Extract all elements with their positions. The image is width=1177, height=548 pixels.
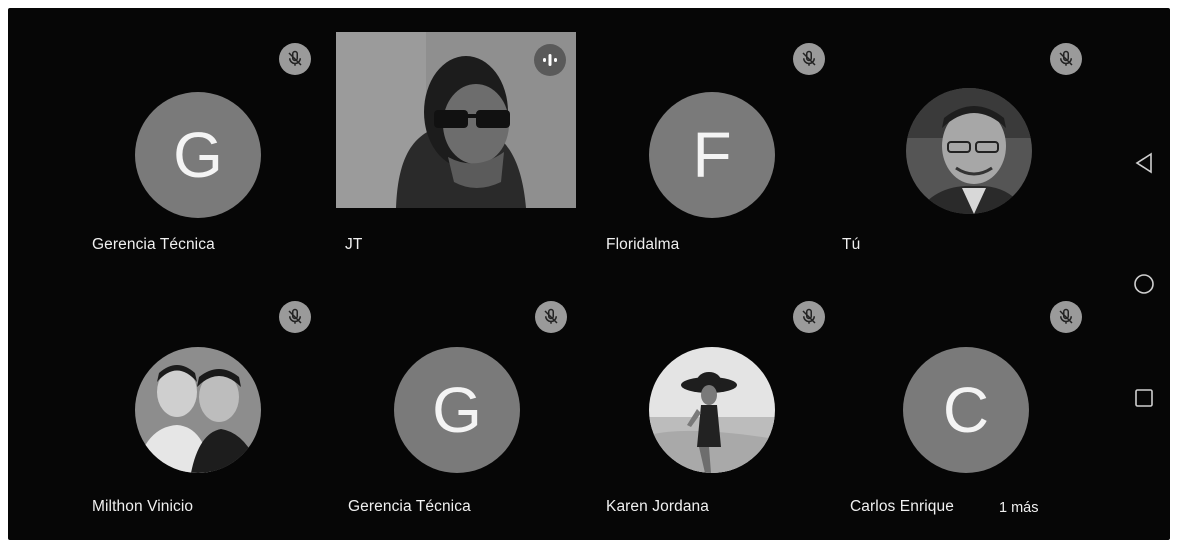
- mic-off-icon: [1050, 43, 1082, 75]
- avatar-initial: G: [173, 119, 223, 191]
- participant-tile-carlos-enrique[interactable]: C Carlos Enrique 1 más: [850, 290, 1106, 540]
- participant-tile-karen-jordana[interactable]: Karen Jordana: [596, 290, 852, 540]
- avatar-initial: F: [692, 119, 732, 191]
- avatar-photo: [135, 347, 261, 473]
- home-circle-icon[interactable]: [1130, 270, 1158, 298]
- participant-name: Milthon Vinicio: [92, 498, 194, 515]
- participant-name: Floridalma: [606, 236, 680, 253]
- participant-tile-gerencia-tecnica-2[interactable]: G Gerencia Técnica: [338, 290, 594, 540]
- navigation-bar: [1118, 8, 1170, 540]
- participant-tile-milthon-vinicio[interactable]: Milthon Vinicio: [82, 290, 338, 540]
- avatar: F: [649, 92, 775, 218]
- participant-name: Tú: [842, 236, 861, 253]
- participant-name: Gerencia Técnica: [348, 498, 471, 515]
- mic-off-icon: [279, 301, 311, 333]
- avatar: C: [903, 347, 1029, 473]
- mic-off-icon: [279, 43, 311, 75]
- avatar: G: [135, 92, 261, 218]
- back-triangle-icon[interactable]: [1130, 149, 1158, 177]
- participant-name: Gerencia Técnica: [92, 236, 215, 253]
- avatar: G: [394, 347, 520, 473]
- avatar-initial: C: [942, 374, 990, 446]
- participant-name: Karen Jordana: [606, 498, 709, 515]
- meeting-screen: G Gerencia Técnica JT F Floridalma Tú Mi…: [8, 8, 1170, 540]
- participant-tile-floridalma[interactable]: F Floridalma: [596, 32, 852, 282]
- mic-off-icon: [1050, 301, 1082, 333]
- participant-tile-gerencia-tecnica-1[interactable]: G Gerencia Técnica: [82, 32, 338, 282]
- participant-grid: G Gerencia Técnica JT F Floridalma Tú Mi…: [8, 8, 1118, 540]
- recents-square-icon[interactable]: [1130, 384, 1158, 412]
- participant-video-jt[interactable]: [336, 32, 576, 208]
- participant-name: Carlos Enrique: [850, 498, 954, 515]
- mic-off-icon: [793, 301, 825, 333]
- participant-tile-tu[interactable]: Tú: [842, 32, 1098, 282]
- participant-name: JT: [345, 236, 363, 253]
- more-participants-label[interactable]: 1 más: [999, 500, 1039, 516]
- mic-off-icon: [535, 301, 567, 333]
- avatar-photo: [906, 88, 1032, 214]
- avatar-initial: G: [432, 374, 482, 446]
- audio-level-icon: [534, 44, 566, 76]
- mic-off-icon: [793, 43, 825, 75]
- avatar-photo: [649, 347, 775, 473]
